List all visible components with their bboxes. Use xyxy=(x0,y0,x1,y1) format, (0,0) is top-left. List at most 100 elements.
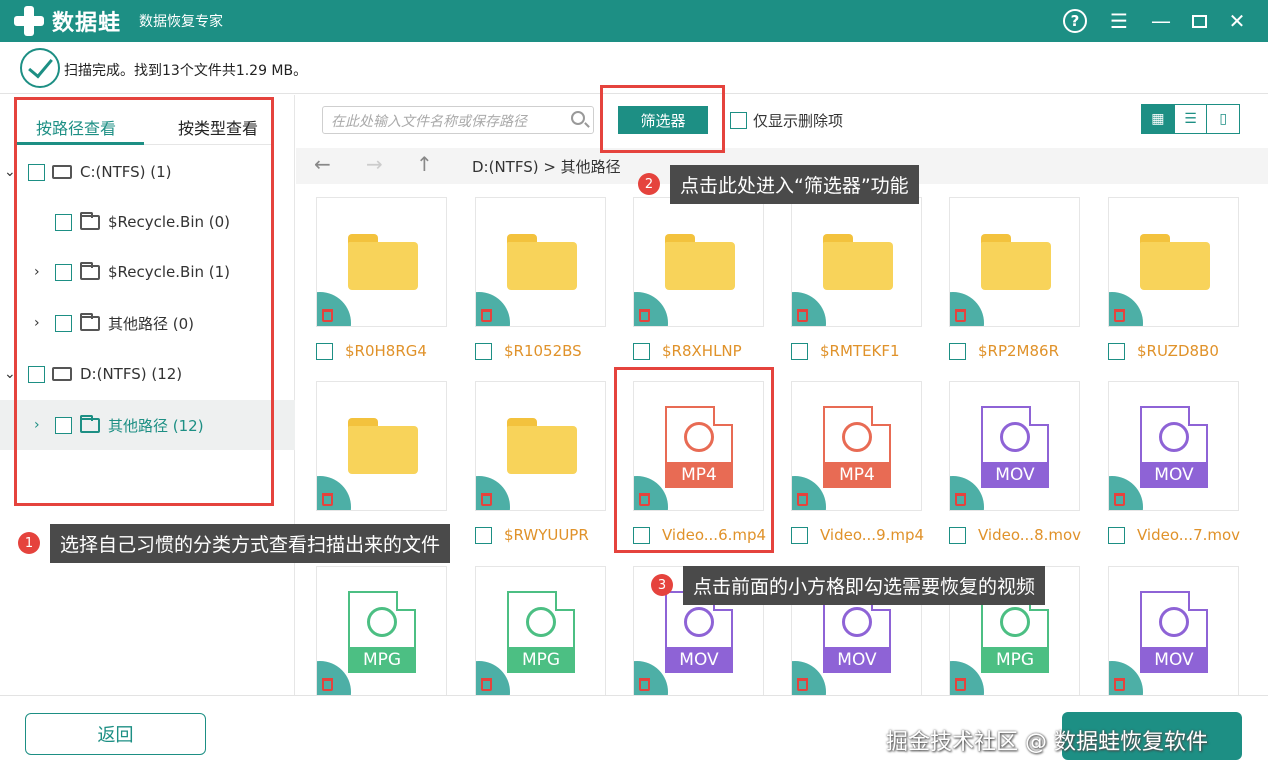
file-tile[interactable] xyxy=(316,381,447,511)
file-checkbox[interactable] xyxy=(475,342,492,360)
file-caption[interactable]: $R1052BS xyxy=(475,342,582,360)
only-deleted-label: 仅显示删除项 xyxy=(753,112,844,130)
film-reel-icon xyxy=(842,422,872,452)
trash-icon xyxy=(481,309,492,322)
folder-icon xyxy=(348,234,418,290)
trash-icon xyxy=(955,309,966,322)
file-caption[interactable]: $R0H8RG4 xyxy=(316,342,427,360)
file-type-label: MOV xyxy=(665,647,733,673)
trash-icon xyxy=(481,493,492,506)
video-file-icon: MOV xyxy=(1140,406,1208,488)
file-tile[interactable] xyxy=(791,197,922,327)
file-name: $R1052BS xyxy=(504,342,582,360)
only-deleted-toggle[interactable]: 仅显示删除项 xyxy=(730,110,843,131)
file-tile[interactable] xyxy=(316,197,447,327)
file-tile[interactable]: MP4 xyxy=(791,381,922,511)
file-caption[interactable]: $RUZD8B0 xyxy=(1108,342,1219,360)
trash-icon xyxy=(1114,309,1125,322)
film-reel-icon xyxy=(1159,607,1189,637)
trash-icon xyxy=(797,309,808,322)
file-caption[interactable]: $RP2M86R xyxy=(949,342,1059,360)
grid-view-icon[interactable]: ▦ xyxy=(1142,105,1175,133)
help-icon[interactable]: ? xyxy=(1060,6,1090,36)
video-file-icon: MOV xyxy=(1140,591,1208,673)
breadcrumb: D:(NTFS) > 其他路径 xyxy=(472,158,621,176)
film-reel-icon xyxy=(1000,422,1030,452)
file-tile[interactable] xyxy=(949,197,1080,327)
folder-icon xyxy=(348,418,418,474)
trash-icon xyxy=(797,493,808,506)
trash-icon xyxy=(797,678,808,691)
file-type-label: MP4 xyxy=(823,462,891,488)
back-arrow-icon[interactable]: ← xyxy=(314,152,331,176)
file-checkbox[interactable] xyxy=(633,342,650,360)
app-brand: 数据蛙 xyxy=(52,11,122,36)
file-tile[interactable]: MOV xyxy=(949,381,1080,511)
film-reel-icon xyxy=(1000,607,1030,637)
file-checkbox[interactable] xyxy=(949,342,966,360)
detail-view-icon[interactable]: ▯ xyxy=(1207,105,1239,133)
file-name: Video...7.mov xyxy=(1137,526,1241,544)
callout-1: 1 选择自己习惯的分类方式查看扫描出来的文件 xyxy=(18,524,451,563)
logo-cross-icon xyxy=(12,4,46,38)
file-name: Video...9.mp4 xyxy=(820,526,925,544)
file-caption[interactable]: Video...8.mov xyxy=(949,526,1081,544)
file-checkbox[interactable] xyxy=(475,526,492,544)
file-checkbox[interactable] xyxy=(791,342,808,360)
folder-icon xyxy=(665,234,735,290)
search-placeholder: 在此处输入文件名称或保存路径 xyxy=(331,114,527,130)
file-type-label: MPG xyxy=(348,647,416,673)
file-name: $RP2M86R xyxy=(978,342,1060,360)
file-tile[interactable] xyxy=(475,381,606,511)
list-view-icon[interactable]: ☰ xyxy=(1175,105,1208,133)
back-button[interactable]: 返回 xyxy=(25,713,206,755)
file-caption[interactable]: $R8XHLNP xyxy=(633,342,742,360)
file-name: Video...8.mov xyxy=(978,526,1082,544)
callout-2: 2 点击此处进入“筛选器”功能 xyxy=(638,165,919,204)
up-arrow-icon[interactable]: ↑ xyxy=(416,152,433,176)
film-reel-icon xyxy=(842,607,872,637)
file-tile[interactable]: MOV xyxy=(1108,566,1239,696)
file-tile[interactable] xyxy=(633,197,764,327)
video-file-icon: MPG xyxy=(348,591,416,673)
annotation-box-video xyxy=(614,367,774,553)
folder-icon xyxy=(823,234,893,290)
trash-icon xyxy=(955,678,966,691)
file-caption[interactable]: $RWYUUPR xyxy=(475,526,589,544)
file-checkbox[interactable] xyxy=(791,526,808,544)
search-input[interactable]: 在此处输入文件名称或保存路径 xyxy=(322,106,594,134)
video-file-icon: MPG xyxy=(507,591,575,673)
film-reel-icon xyxy=(367,607,397,637)
file-tile[interactable]: MPG xyxy=(475,566,606,696)
file-checkbox[interactable] xyxy=(1108,526,1125,544)
file-checkbox[interactable] xyxy=(1108,342,1125,360)
film-reel-icon xyxy=(684,607,714,637)
file-caption[interactable]: Video...9.mp4 xyxy=(791,526,924,544)
callout-number: 2 xyxy=(638,173,660,195)
close-icon[interactable]: ✕ xyxy=(1222,6,1252,36)
view-mode-switch: ▦ ☰ ▯ xyxy=(1141,104,1240,134)
file-caption[interactable]: $RMTEKF1 xyxy=(791,342,900,360)
file-caption[interactable]: Video...7.mov xyxy=(1108,526,1240,544)
file-checkbox[interactable] xyxy=(949,526,966,544)
file-type-label: MOV xyxy=(981,462,1049,488)
file-tile[interactable]: MOV xyxy=(1108,381,1239,511)
only-deleted-checkbox[interactable] xyxy=(730,112,747,129)
file-name: $RUZD8B0 xyxy=(1137,342,1219,360)
folder-icon xyxy=(507,418,577,474)
trash-icon xyxy=(322,309,333,322)
file-tile[interactable]: MPG xyxy=(316,566,447,696)
minimize-icon[interactable]: — xyxy=(1146,6,1176,36)
app-logo: 数据蛙 数据恢复专家 xyxy=(12,4,223,38)
video-file-icon: MP4 xyxy=(823,406,891,488)
file-tile[interactable] xyxy=(475,197,606,327)
forward-arrow-icon[interactable]: → xyxy=(366,152,383,176)
file-tile[interactable] xyxy=(1108,197,1239,327)
file-checkbox[interactable] xyxy=(316,342,333,360)
maximize-icon[interactable] xyxy=(1184,6,1214,36)
callout-text: 点击此处进入“筛选器”功能 xyxy=(680,175,909,197)
menu-icon[interactable]: ☰ xyxy=(1104,6,1134,36)
search-icon[interactable] xyxy=(571,111,585,125)
folder-icon xyxy=(1140,234,1210,290)
file-type-label: MOV xyxy=(1140,462,1208,488)
